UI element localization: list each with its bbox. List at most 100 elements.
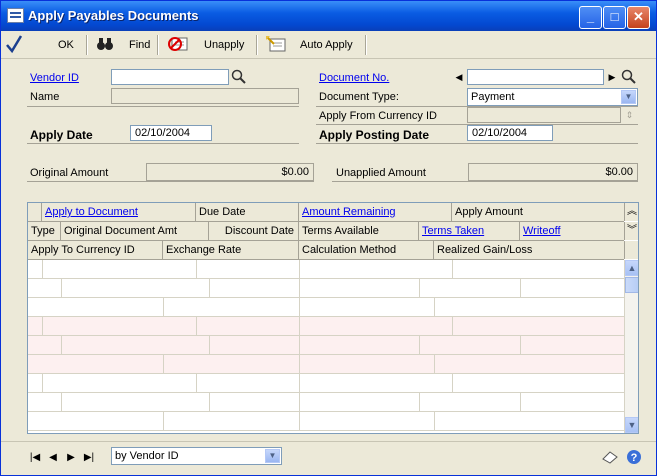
auto-apply-icon xyxy=(266,36,286,52)
name-field xyxy=(111,88,299,104)
grid-header-row-2: Type Original Document Amt Discount Date… xyxy=(28,222,624,241)
row-selector-header xyxy=(28,203,42,221)
column-discount-date: Discount Date xyxy=(209,222,299,240)
table-row[interactable] xyxy=(28,317,624,336)
sort-order-select[interactable]: by Vendor ID ▼ xyxy=(111,447,282,465)
apply-posting-date-label: Apply Posting Date xyxy=(319,128,430,142)
table-row[interactable] xyxy=(28,336,624,355)
status-bar: |◀ ◀ ▶ ▶| by Vendor ID ▼ ? xyxy=(1,441,656,475)
svg-text:?: ? xyxy=(631,452,638,464)
toolbar: OK Find Unapply Auto Apply xyxy=(1,31,656,59)
table-row[interactable] xyxy=(28,279,624,298)
window-app-icon xyxy=(7,8,24,23)
grid-rows xyxy=(28,260,624,433)
auto-apply-label: Auto Apply xyxy=(300,39,353,51)
column-apply-to-currency-id: Apply To Currency ID xyxy=(28,241,163,259)
divider xyxy=(27,106,299,107)
collapse-rows-button[interactable]: ︽ xyxy=(624,203,638,221)
original-amount-field: $0.00 xyxy=(146,163,314,181)
first-record-button[interactable]: |◀ xyxy=(28,451,42,465)
column-terms-available: Terms Available xyxy=(299,222,419,240)
table-row[interactable] xyxy=(28,393,624,412)
name-label: Name xyxy=(30,91,60,103)
title-bar: Apply Payables Documents _ □ ✕ xyxy=(1,1,656,31)
apply-payables-window: Apply Payables Documents _ □ ✕ OK Find U… xyxy=(0,0,657,476)
divider xyxy=(332,181,638,182)
grid-header-row-3: Apply To Currency ID Exchange Rate Calcu… xyxy=(28,241,624,260)
help-button[interactable]: ? xyxy=(626,449,642,465)
currency-expand-icon: ⇕ xyxy=(625,110,634,120)
note-button[interactable] xyxy=(601,449,619,465)
checkmark-icon xyxy=(6,35,23,54)
document-lookup-button[interactable] xyxy=(620,68,638,86)
help-icon: ? xyxy=(627,450,641,464)
previous-record-button[interactable]: ◀ xyxy=(46,451,60,465)
grid-scrollbar[interactable]: ▲ ▼ xyxy=(624,260,638,433)
table-row[interactable] xyxy=(28,412,624,431)
scroll-down-icon[interactable]: ▼ xyxy=(625,417,638,433)
table-row[interactable] xyxy=(28,298,624,317)
close-button[interactable]: ✕ xyxy=(627,6,650,29)
binoculars-icon xyxy=(97,38,113,50)
document-no-input[interactable] xyxy=(467,69,604,85)
next-record-button[interactable]: ▶ xyxy=(64,451,78,465)
apply-documents-grid: Apply to Document Due Date Amount Remain… xyxy=(27,202,639,434)
window-title: Apply Payables Documents xyxy=(28,8,199,23)
column-terms-taken[interactable]: Terms Taken xyxy=(419,222,520,240)
column-calculation-method: Calculation Method xyxy=(299,241,434,259)
scroll-thumb[interactable] xyxy=(625,277,638,293)
apply-from-currency-label: Apply From Currency ID xyxy=(319,110,437,122)
document-type-label: Document Type: xyxy=(319,91,399,103)
toolbar-separator xyxy=(157,35,159,55)
apply-posting-date-input[interactable]: 02/10/2004 xyxy=(467,125,553,141)
column-apply-to-document[interactable]: Apply to Document xyxy=(42,203,196,221)
ok-label: OK xyxy=(58,39,74,51)
column-original-document-amt: Original Document Amt xyxy=(61,222,209,240)
unapply-button[interactable]: Unapply xyxy=(167,37,252,53)
column-apply-amount: Apply Amount xyxy=(455,206,523,218)
unapplied-amount-field: $0.00 xyxy=(468,163,638,181)
apply-from-currency-field xyxy=(467,107,621,123)
prev-document-button[interactable]: ◀ xyxy=(452,69,466,85)
table-row[interactable] xyxy=(28,355,624,374)
column-exchange-rate: Exchange Rate xyxy=(163,241,299,259)
original-amount-label: Original Amount xyxy=(30,167,109,179)
find-button[interactable]: Find xyxy=(96,37,151,53)
table-row[interactable] xyxy=(28,260,624,279)
header-corner xyxy=(624,241,638,259)
column-due-date: Due Date xyxy=(196,203,299,221)
divider xyxy=(27,181,314,182)
document-no-label[interactable]: Document No. xyxy=(319,70,389,86)
scroll-up-icon[interactable]: ▲ xyxy=(625,260,638,276)
auto-apply-button[interactable]: Auto Apply xyxy=(265,36,355,53)
maximize-button[interactable]: □ xyxy=(603,6,626,29)
column-writeoff[interactable]: Writeoff xyxy=(520,222,624,240)
lookup-icon xyxy=(231,69,246,84)
divider xyxy=(316,106,638,107)
toolbar-separator xyxy=(256,35,258,55)
vendor-id-label[interactable]: Vendor ID xyxy=(30,70,79,86)
unapplied-amount-label: Unapplied Amount xyxy=(336,167,426,179)
apply-date-input[interactable]: 02/10/2004 xyxy=(130,125,212,141)
minimize-button[interactable]: _ xyxy=(579,6,602,29)
table-row[interactable] xyxy=(28,374,624,393)
find-label: Find xyxy=(129,39,151,51)
ok-button[interactable]: OK xyxy=(5,35,77,54)
document-type-value: Payment xyxy=(471,91,515,103)
last-record-button[interactable]: ▶| xyxy=(82,451,96,465)
unapply-icon xyxy=(168,37,188,51)
next-document-button[interactable]: ▶ xyxy=(605,69,619,85)
chevron-down-icon: ▼ xyxy=(621,90,636,104)
note-icon xyxy=(602,451,618,464)
unapply-label: Unapply xyxy=(204,39,245,51)
document-type-select[interactable]: Payment ▼ xyxy=(467,88,638,106)
toolbar-separator xyxy=(365,35,367,55)
grid-header-row-1: Apply to Document Due Date Amount Remain… xyxy=(28,203,624,222)
vendor-lookup-button[interactable] xyxy=(230,68,248,86)
divider xyxy=(316,143,638,144)
expand-rows-button[interactable]: ︾ xyxy=(624,222,638,240)
apply-date-label: Apply Date xyxy=(30,128,93,142)
column-realized-gain-loss: Realized Gain/Loss xyxy=(437,244,533,256)
vendor-id-input[interactable] xyxy=(111,69,229,85)
column-amount-remaining[interactable]: Amount Remaining xyxy=(299,203,452,221)
